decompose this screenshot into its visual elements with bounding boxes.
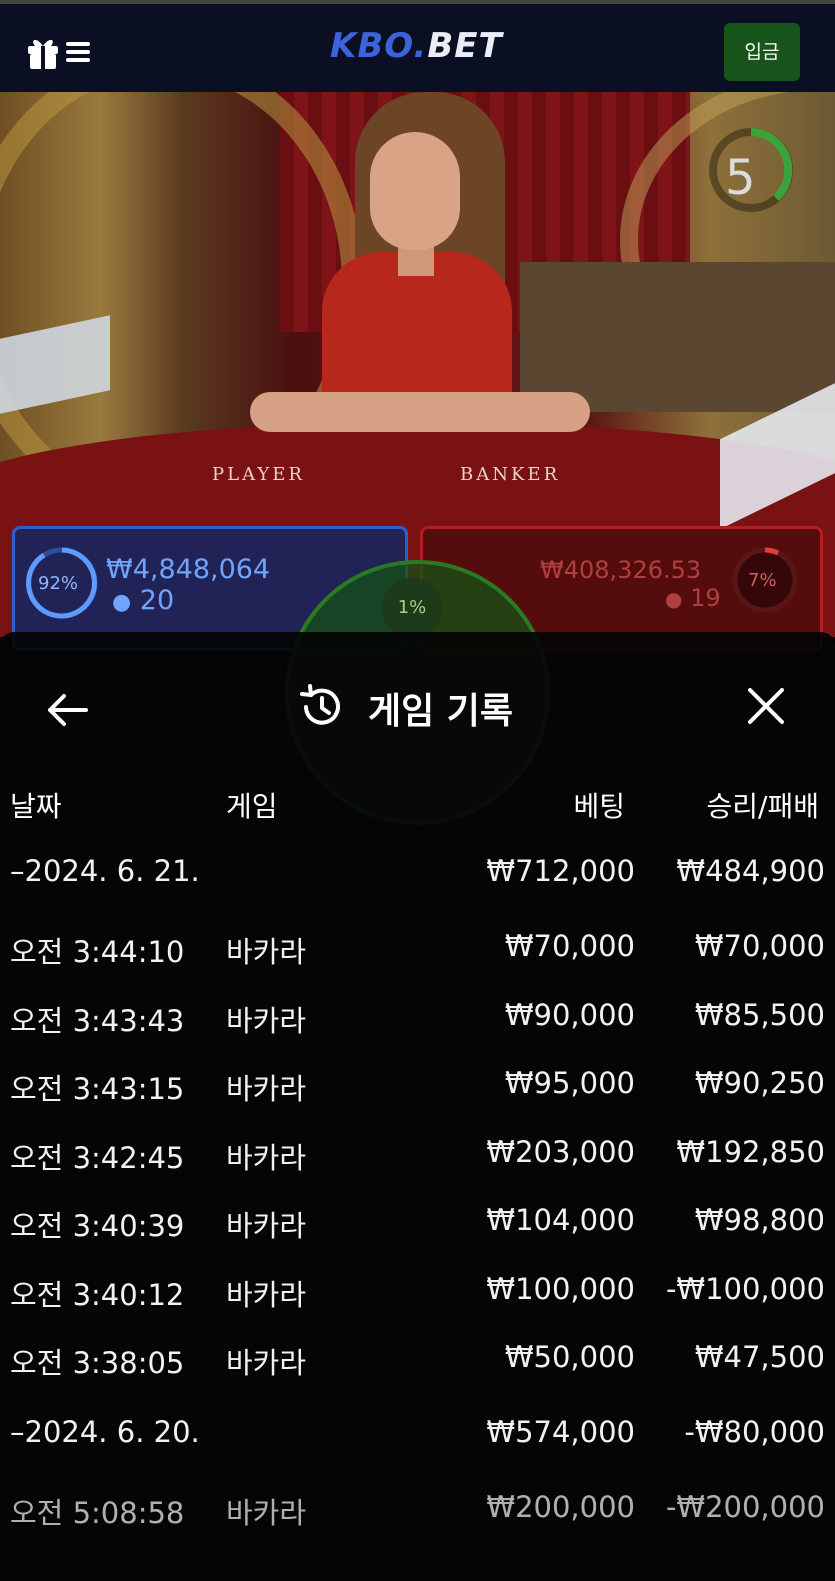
banker-bettor-count: 19 — [690, 584, 721, 612]
row-date: 오전 3:40:12 — [10, 1278, 185, 1312]
row-bet: ₩574,000 — [486, 1415, 635, 1449]
row-winloss: -₩80,000 — [684, 1415, 825, 1449]
player-bet-amount: ₩4,848,064 — [106, 554, 271, 585]
row-game: 바카라 — [226, 1004, 307, 1038]
row-winloss: -₩100,000 — [665, 1272, 825, 1306]
row-winloss: ₩90,250 — [694, 1066, 825, 1100]
player-bettors: ● 20 — [112, 585, 174, 616]
history-date-row[interactable]: –2024. 6. 21. ₩712,000 ₩484,900 — [0, 854, 835, 902]
row-winloss: ₩98,800 — [694, 1203, 825, 1237]
row-date: 오전 5:08:58 — [10, 1496, 185, 1530]
row-bet: ₩712,000 — [486, 854, 635, 888]
row-bet: ₩95,000 — [504, 1066, 635, 1100]
row-bet: ₩90,000 — [504, 998, 635, 1032]
row-date: 오전 3:38:05 — [10, 1346, 185, 1380]
row-game: 바카라 — [226, 1209, 307, 1243]
row-bet: ₩200,000 — [486, 1490, 635, 1524]
modal-title: 게임 기록 — [368, 691, 514, 732]
row-winloss: ₩47,500 — [694, 1340, 825, 1374]
row-game: 바카라 — [226, 1346, 307, 1380]
row-bet: ₩104,000 — [486, 1203, 635, 1237]
brand-sub: BET — [427, 26, 503, 66]
row-bet: ₩70,000 — [504, 929, 635, 963]
history-row[interactable]: 오전 3:44:10 바카라 ₩70,000 ₩70,000 — [0, 929, 835, 977]
row-winloss: ₩70,000 — [694, 929, 825, 963]
game-history-modal: 게임 기록 날짜 게임 베팅 승리/패배 –2024. 6. 21. ₩712,… — [0, 632, 835, 1581]
row-winloss: ₩192,850 — [676, 1135, 825, 1169]
history-icon — [300, 684, 340, 725]
row-game: 바카라 — [226, 1072, 307, 1106]
row-date: 오전 3:44:10 — [10, 935, 185, 969]
banker-bet-amount: ₩408,326.53 — [540, 556, 702, 584]
table-label-player: PLAYER — [212, 464, 305, 485]
row-game: 바카라 — [226, 1278, 307, 1312]
row-winloss: ₩484,900 — [676, 854, 825, 888]
row-bet: ₩50,000 — [504, 1340, 635, 1374]
column-header-game: 게임 — [226, 790, 278, 823]
row-bet: ₩100,000 — [486, 1272, 635, 1306]
history-date-row[interactable]: –2024. 6. 20. ₩574,000 -₩80,000 — [0, 1415, 835, 1463]
history-row[interactable]: 오전 3:43:43 바카라 ₩90,000 ₩85,500 — [0, 998, 835, 1046]
column-header-date: 날짜 — [10, 790, 62, 823]
row-date: 오전 3:43:43 — [10, 1004, 185, 1038]
player-bettor-count: 20 — [139, 585, 175, 616]
history-row[interactable]: 오전 3:42:45 바카라 ₩203,000 ₩192,850 — [0, 1135, 835, 1183]
row-date: –2024. 6. 20. — [10, 1415, 200, 1449]
row-date: 오전 3:40:39 — [10, 1209, 185, 1243]
user-icon: ● — [112, 590, 132, 615]
brand-main: KBO. — [330, 26, 428, 66]
column-header-bet: 베팅 — [573, 790, 625, 823]
back-arrow-icon[interactable] — [42, 690, 92, 730]
history-row[interactable]: 오전 3:43:15 바카라 ₩95,000 ₩90,250 — [0, 1066, 835, 1114]
banker-bettors: ● 19 — [665, 584, 721, 612]
row-game: 바카라 — [226, 1496, 307, 1530]
row-date: 오전 3:42:45 — [10, 1141, 185, 1175]
column-header-winloss: 승리/패배 — [706, 790, 819, 823]
countdown-timer: 5 — [725, 150, 756, 206]
table-label-banker: BANKER — [460, 464, 561, 485]
menu-icon[interactable] — [66, 42, 90, 62]
banker-percent: 7% — [748, 570, 777, 591]
history-row[interactable]: 오전 3:38:05 바카라 ₩50,000 ₩47,500 — [0, 1340, 835, 1388]
player-percent: 92% — [38, 573, 79, 594]
row-date: –2024. 6. 21. — [10, 854, 200, 888]
row-game: 바카라 — [226, 935, 307, 969]
history-row[interactable]: 오전 5:08:58 바카라 ₩200,000 -₩200,000 — [0, 1490, 835, 1538]
tie-percent: 1% — [382, 578, 442, 638]
row-game: 바카라 — [226, 1141, 307, 1175]
brand-logo[interactable]: KBO.BET — [330, 26, 503, 66]
row-winloss: ₩85,500 — [694, 998, 825, 1032]
history-row[interactable]: 오전 3:40:39 바카라 ₩104,000 ₩98,800 — [0, 1203, 835, 1251]
row-bet: ₩203,000 — [486, 1135, 635, 1169]
user-icon: ● — [665, 587, 683, 611]
row-date: 오전 3:43:15 — [10, 1072, 185, 1106]
gift-icon[interactable] — [26, 34, 60, 70]
history-row[interactable]: 오전 3:40:12 바카라 ₩100,000 -₩100,000 — [0, 1272, 835, 1320]
deposit-button[interactable]: 입금 — [724, 23, 800, 81]
close-icon[interactable] — [744, 684, 788, 728]
top-bar: KBO.BET 입금 — [0, 0, 835, 92]
row-winloss: -₩200,000 — [665, 1490, 825, 1524]
